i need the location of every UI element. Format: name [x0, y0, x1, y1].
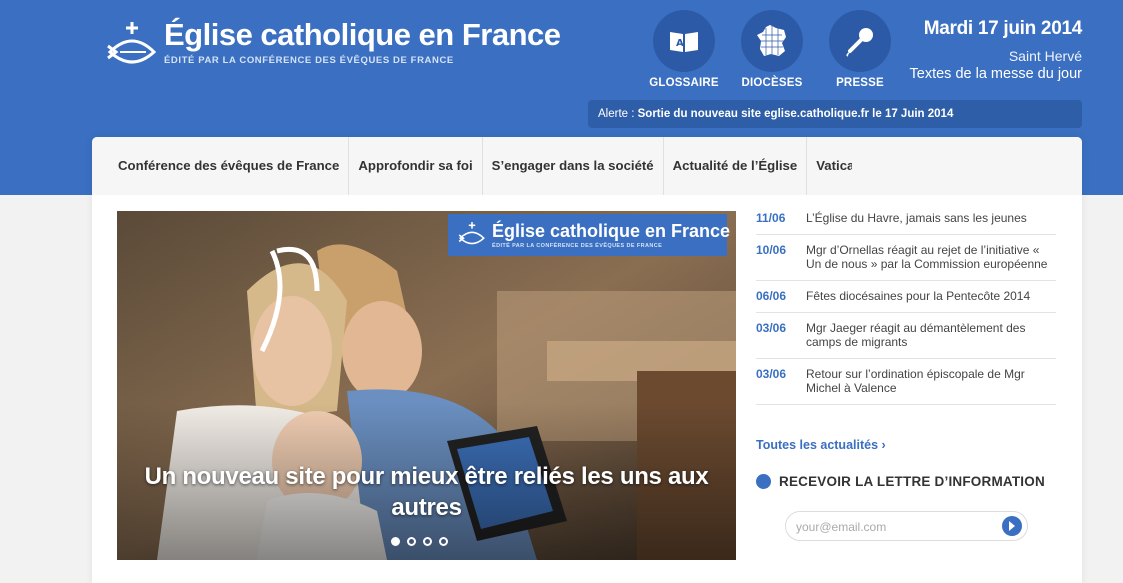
slider-dot-3[interactable] — [423, 537, 432, 546]
logo-fish-cross-icon — [458, 222, 485, 245]
alert-bar: Alerte : Sortie du nouveau site eglise.c… — [588, 100, 1082, 128]
presse-label: PRESSE — [836, 77, 884, 89]
news-item[interactable]: 06/06 Fêtes diocésaines pour la Pentecôt… — [756, 281, 1056, 313]
microphone-icon — [846, 28, 873, 57]
svg-text:A: A — [676, 38, 684, 49]
glossaire-label: GLOSSAIRE — [649, 77, 719, 89]
submit-button[interactable] — [1002, 516, 1022, 536]
news-title: Fêtes diocésaines pour la Pentecôte 2014 — [806, 289, 1031, 303]
site-logo[interactable]: Église catholique en France ÉDITÉ PAR LA… — [106, 18, 561, 74]
hero-logo-subtitle: ÉDITÉ PAR LA CONFÉRENCE DES ÉVÊQUES DE F… — [492, 242, 663, 249]
current-date: Mardi 17 juin 2014 — [923, 18, 1083, 39]
nav-item-approfondir[interactable]: Approfondir sa foi — [349, 137, 483, 195]
messe-link[interactable]: Textes de la messe du jour — [910, 66, 1082, 82]
news-date: 03/06 — [756, 321, 787, 335]
alert-link[interactable]: Sortie du nouveau site eglise.catholique… — [638, 108, 954, 120]
hero-slider[interactable]: Église catholique en France ÉDITÉ PAR LA… — [117, 211, 736, 560]
dioceses-label: DIOCÈSES — [741, 77, 803, 89]
slider-dot-1[interactable] — [391, 537, 400, 546]
news-date: 10/06 — [756, 243, 787, 257]
arrow-right-icon — [1009, 521, 1015, 531]
logo-fish-cross-icon — [107, 22, 157, 64]
main-nav: Conférence des évêques de France Approfo… — [92, 137, 873, 195]
glossaire-link[interactable]: A GLOSSAIRE — [640, 10, 728, 89]
bullet-icon — [756, 474, 771, 489]
newsletter-title: RECEVOIR LA LETTRE D’INFORMATION — [779, 474, 1045, 489]
nav-item-actualite[interactable]: Actualité de l’Église — [664, 137, 808, 195]
quick-links: A GLOSSAIRE DIOCÈSES PRESSE — [640, 10, 904, 89]
hero-caption[interactable]: Un nouveau site pour mieux être reliés l… — [137, 461, 716, 523]
news-title: Mgr d’Ornellas réagit au rejet de l’init… — [806, 243, 1048, 271]
nav-item-sengager[interactable]: S’engager dans la société — [483, 137, 664, 195]
presse-link[interactable]: PRESSE — [816, 10, 904, 89]
news-list: 11/06 L’Église du Havre, jamais sans les… — [756, 203, 1056, 405]
slider-dot-4[interactable] — [439, 537, 448, 546]
newsletter-form — [785, 511, 1028, 542]
book-icon: A — [670, 32, 698, 52]
dioceses-link[interactable]: DIOCÈSES — [728, 10, 816, 89]
email-input[interactable] — [786, 512, 998, 542]
saint-of-day: Saint Hervé — [1008, 48, 1082, 64]
nav-item-conference[interactable]: Conférence des évêques de France — [92, 137, 350, 195]
news-title: L’Église du Havre, jamais sans les jeune… — [806, 211, 1027, 225]
news-item[interactable]: 10/06 Mgr d’Ornellas réagit au rejet de … — [756, 235, 1056, 281]
news-item[interactable]: 03/06 Mgr Jaeger réagit au démantèlement… — [756, 313, 1056, 359]
hero-logo-overlay: Église catholique en France ÉDITÉ PAR LA… — [448, 214, 731, 256]
news-date: 03/06 — [756, 367, 787, 381]
france-map-icon — [757, 25, 786, 56]
slider-dots — [391, 537, 455, 546]
hero-logo-title: Église catholique en France — [492, 220, 731, 241]
main-panel: Conférence des évêques de France Approfo… — [92, 137, 1082, 583]
newsletter-heading: RECEVOIR LA LETTRE D’INFORMATION — [756, 474, 1045, 489]
nav-filler — [852, 137, 1082, 195]
logo-title: Église catholique en France — [164, 17, 561, 52]
slider-dot-2[interactable] — [407, 537, 416, 546]
news-title: Retour sur l’ordination épiscopale de Mg… — [806, 367, 1025, 395]
all-news-link[interactable]: Toutes les actualités › — [756, 438, 886, 452]
news-date: 06/06 — [756, 289, 787, 303]
date-block: Mardi 17 juin 2014 Saint Hervé Textes de… — [910, 18, 1083, 82]
news-item[interactable]: 11/06 L’Église du Havre, jamais sans les… — [756, 203, 1056, 235]
news-title: Mgr Jaeger réagit au démantèlement des c… — [806, 321, 1026, 349]
news-item[interactable]: 03/06 Retour sur l’ordination épiscopale… — [756, 359, 1056, 405]
logo-subtitle: ÉDITÉ PAR LA CONFÉRENCE DES ÉVÊQUES DE F… — [164, 55, 454, 66]
news-date: 11/06 — [756, 211, 786, 225]
alert-prefix: Alerte : — [598, 108, 635, 120]
